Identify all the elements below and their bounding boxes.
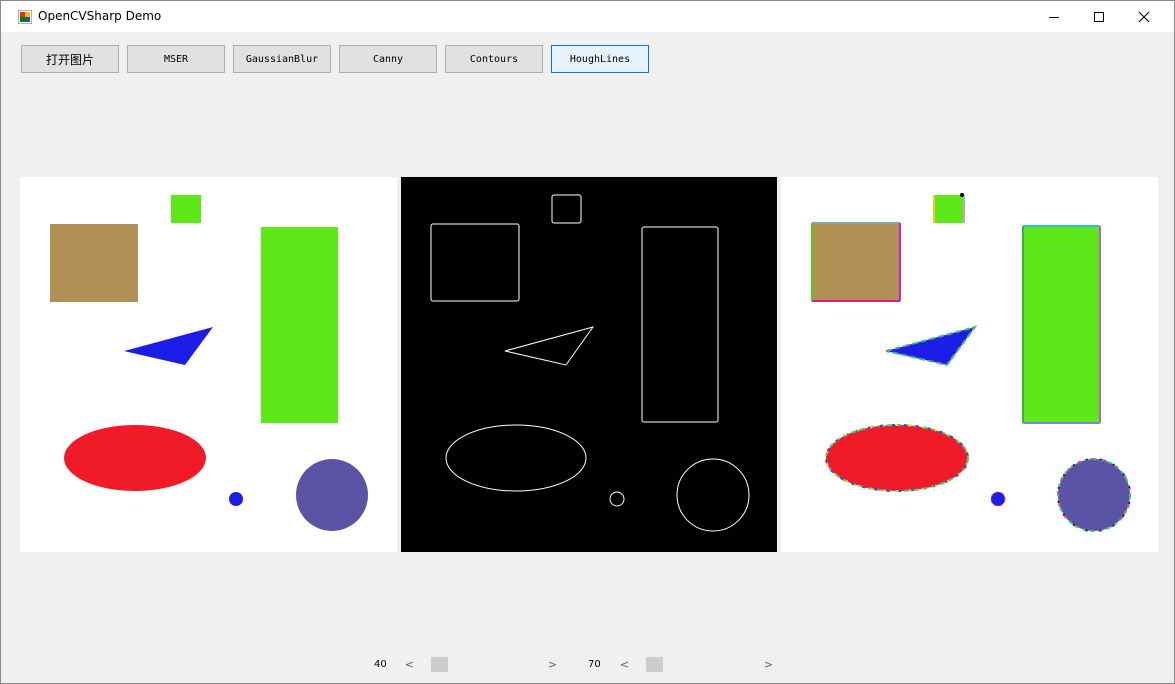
threshold1-scrollbar[interactable]: < > — [401, 656, 561, 673]
result-brown-square — [812, 223, 900, 301]
green-rectangle — [261, 227, 338, 423]
scrollbar-thumb[interactable] — [431, 657, 448, 672]
scroll-right-icon[interactable]: > — [544, 656, 561, 673]
minimize-icon — [1049, 16, 1059, 18]
scrollbar-track[interactable] — [418, 656, 544, 673]
mser-button[interactable]: MSER — [127, 45, 225, 73]
scrollbar-thumb[interactable] — [646, 657, 663, 672]
open-image-button[interactable]: 打开图片 — [21, 45, 119, 73]
contours-button[interactable]: Contours — [445, 45, 543, 73]
red-ellipse — [64, 425, 206, 491]
close-icon — [1138, 11, 1150, 22]
scroll-left-icon[interactable]: < — [401, 656, 418, 673]
small-green-square — [171, 195, 201, 223]
app-window: OpenCVSharp Demo 打开图片 MSER GaussianBlur … — [0, 0, 1175, 684]
edges-image-panel — [401, 177, 777, 552]
purple-circle — [296, 459, 368, 531]
gaussian-blur-button[interactable]: GaussianBlur — [233, 45, 331, 73]
maximize-button[interactable] — [1076, 1, 1122, 32]
app-icon — [18, 10, 32, 24]
result-small-green-square — [934, 195, 964, 223]
threshold2-value: 70 — [588, 659, 601, 670]
result-image-panel — [781, 177, 1158, 552]
scroll-left-icon[interactable]: < — [616, 656, 633, 673]
result-image — [781, 177, 1158, 552]
canny-button[interactable]: Canny — [339, 45, 437, 73]
original-image — [20, 177, 397, 552]
scroll-right-icon[interactable]: > — [760, 656, 777, 673]
minimize-button[interactable] — [1031, 1, 1077, 32]
threshold2-scrollbar[interactable]: < > — [616, 656, 777, 673]
result-green-rectangle — [1023, 226, 1100, 423]
maximize-icon — [1094, 11, 1104, 22]
hough-lines-button[interactable]: HoughLines — [551, 45, 649, 73]
small-blue-circle — [229, 492, 243, 506]
result-small-blue-circle — [990, 491, 1006, 507]
window-title: OpenCVSharp Demo — [38, 9, 162, 23]
close-button[interactable] — [1121, 1, 1167, 32]
brown-square — [50, 224, 138, 302]
edges-image — [401, 177, 777, 552]
original-image-panel — [20, 177, 397, 552]
title-bar: OpenCVSharp Demo — [1, 1, 1174, 32]
scrollbar-track[interactable] — [633, 656, 760, 673]
threshold1-value: 40 — [374, 659, 387, 670]
